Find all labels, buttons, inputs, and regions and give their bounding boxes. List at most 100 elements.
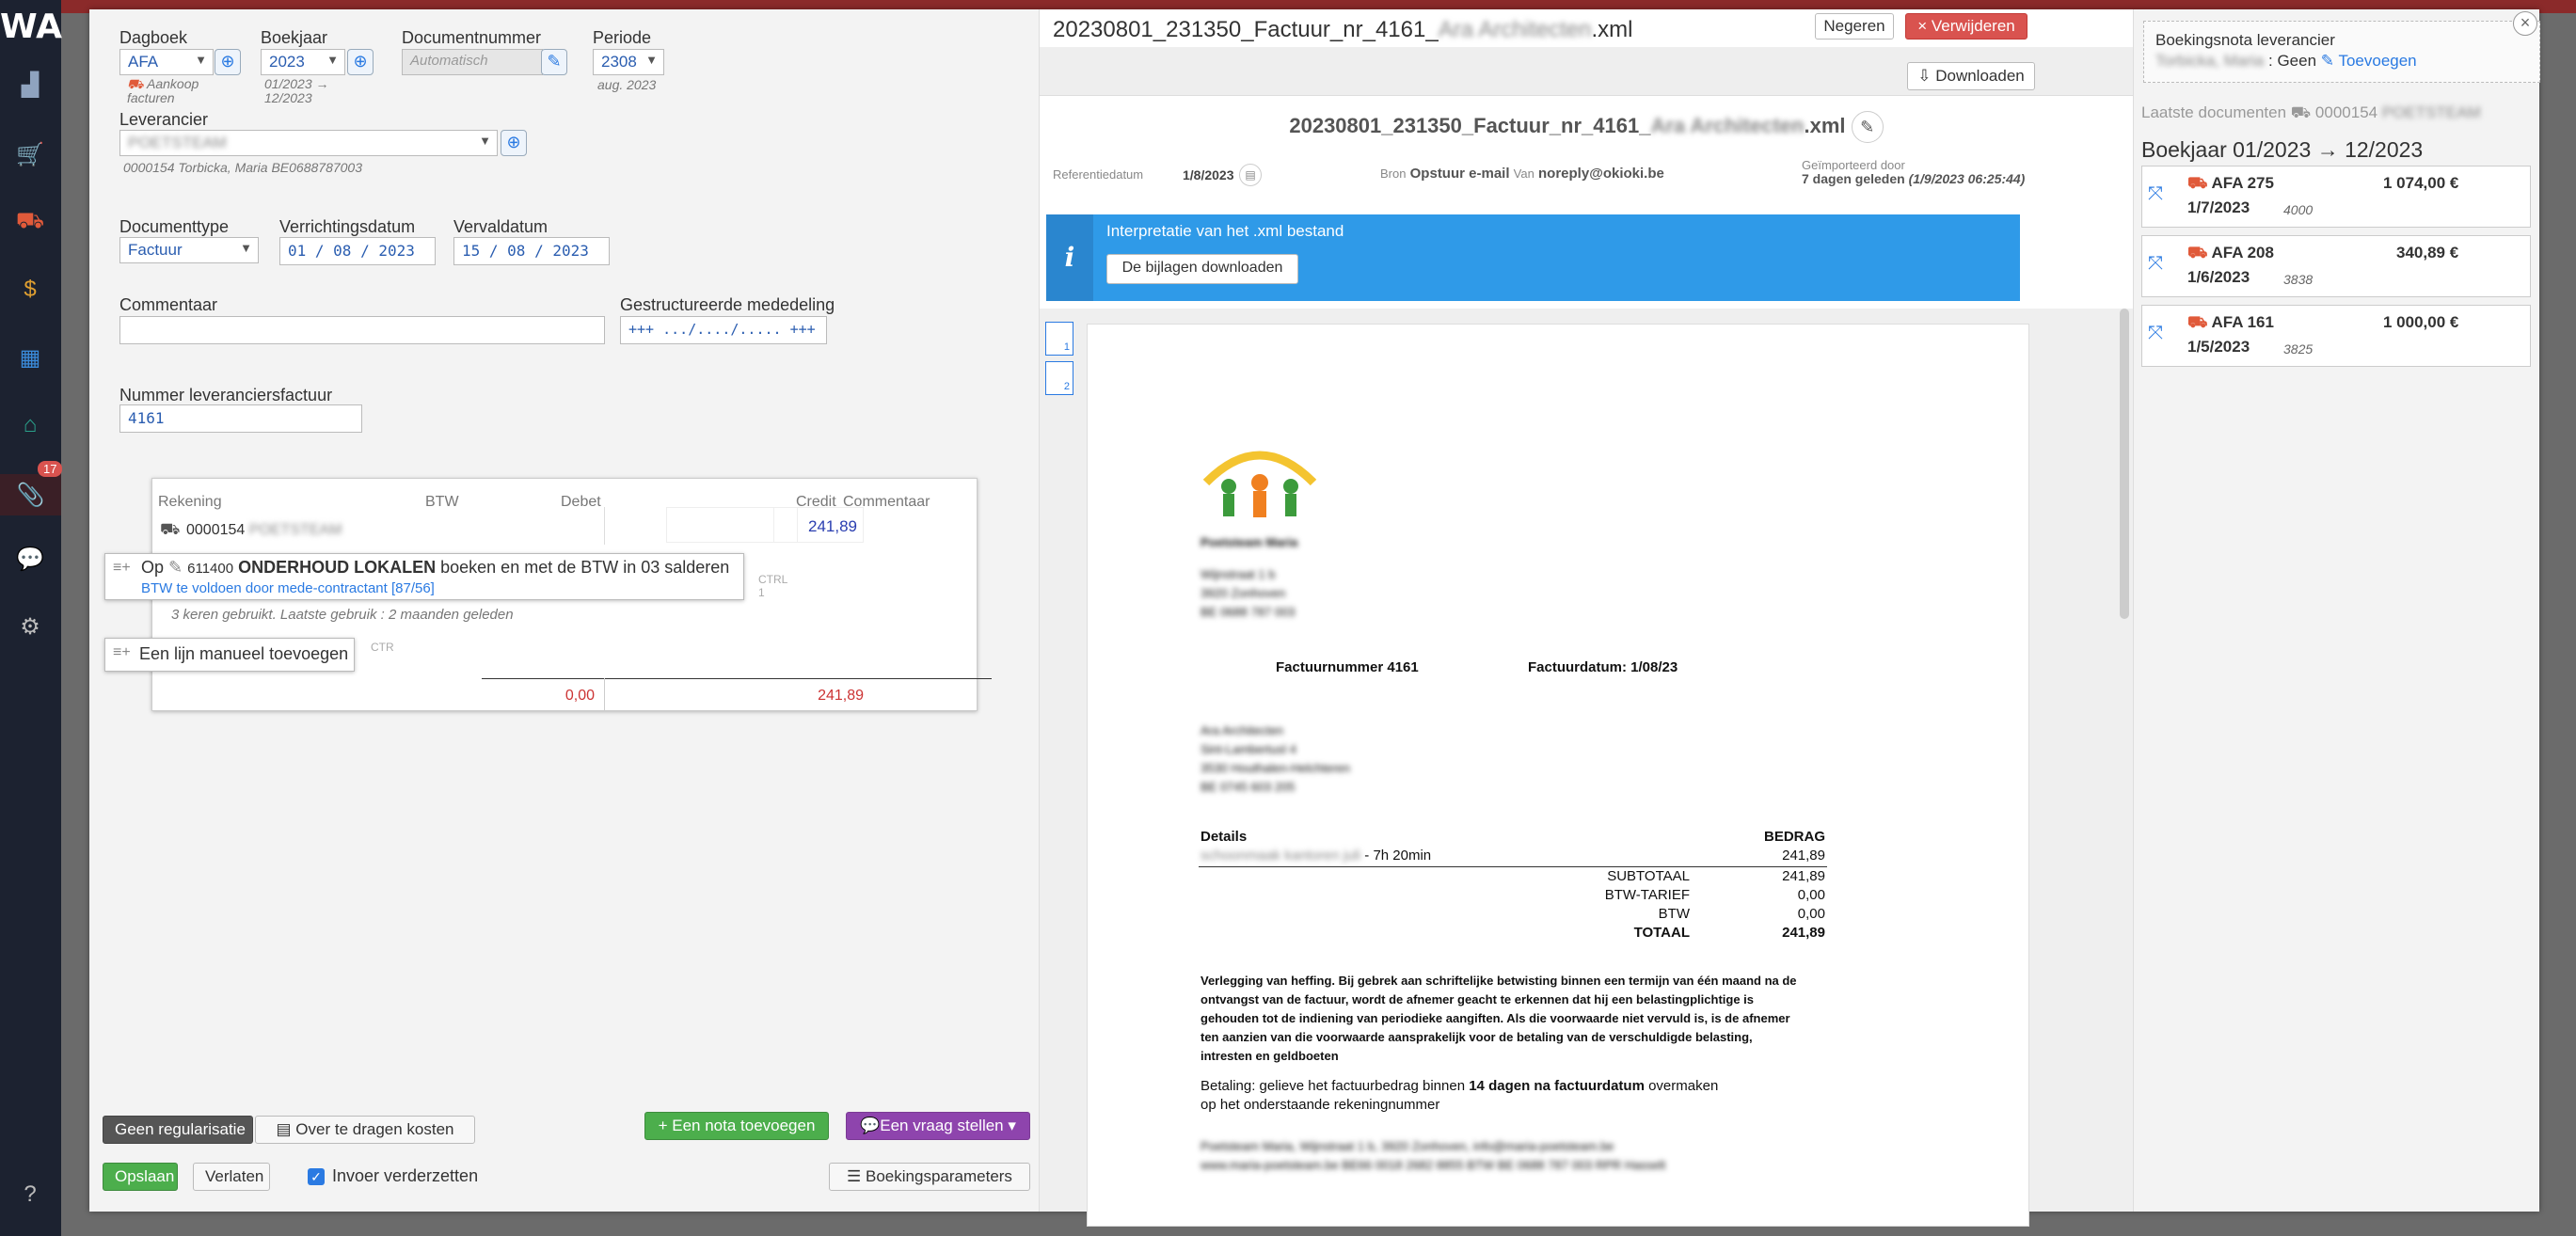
page-thumb-1[interactable]: 1 xyxy=(1045,322,1073,356)
negeren-button[interactable]: Negeren xyxy=(1815,13,1894,40)
chat-icon[interactable]: 💬 xyxy=(13,542,47,576)
gestructureerde-label: Gestructureerde mededeling xyxy=(620,295,835,314)
vervaldatum-input[interactable]: 15 / 08 / 2023 xyxy=(453,237,610,265)
documenttype-select[interactable]: Factuur ▼ xyxy=(119,237,259,263)
chevron-down-icon: ▼ xyxy=(645,53,658,67)
chart-icon[interactable]: ▟ xyxy=(13,68,47,102)
suggestion-sub: BTW te voldoen door mede-contractant [87… xyxy=(141,580,435,596)
row-account[interactable]: 0000154 POETSTEAM xyxy=(186,522,342,539)
coin-icon[interactable]: $ xyxy=(13,273,47,307)
geimporteerd-label: Geïmporteerd door xyxy=(1802,158,1905,172)
bijlagen-downloaden-button[interactable]: De bijlagen downloaden xyxy=(1106,254,1298,284)
client-3: 3530 Houthalen-Helchteren xyxy=(1201,761,1350,775)
column-header-rekening: Rekening xyxy=(158,494,222,510)
document-card[interactable]: ⤧ ⛟ AFA 275 1 074,00 € 1/7/2023 4000 xyxy=(2141,166,2531,228)
app-logo[interactable]: WA xyxy=(0,8,62,46)
suggestion-text: Op ✎ 611400 ONDERHOUD LOKALEN boeken en … xyxy=(141,558,730,577)
bron-info: Bron Opstuur e-mail Van noreply@okioki.b… xyxy=(1380,166,1664,182)
expand-icon[interactable]: ⤧ xyxy=(2148,323,2163,344)
periode-label: Periode xyxy=(593,28,652,47)
pencil-icon[interactable]: ✎ xyxy=(541,49,567,75)
booking-form-panel: Dagboek AFA ▼ ⊕ ⛟ Aankoop facturen Boekja… xyxy=(89,9,1040,1212)
viewer-scrollbar[interactable] xyxy=(2120,309,2129,619)
geen-regularisatie-button[interactable]: Geen regularisatie xyxy=(103,1116,253,1144)
total-line xyxy=(482,678,992,679)
gear-icon[interactable]: ⚙ xyxy=(13,610,47,643)
calendar-icon[interactable]: ▤ xyxy=(1239,164,1262,186)
leverancier-sub: 0000154 Torbicka, Maria BE0688787003 xyxy=(123,160,363,175)
page-thumb-2[interactable]: 2 xyxy=(1045,361,1073,395)
doc-title: 20230801_231350_Factuur_nr_4161_Ara Arch… xyxy=(1040,111,2133,143)
vervaldatum-label: Vervaldatum xyxy=(453,217,549,236)
verwijderen-button[interactable]: × Verwijderen xyxy=(1905,13,2027,40)
invoer-verderzetten-label: Invoer verderzetten xyxy=(332,1166,479,1185)
cart-icon[interactable]: 🛒 xyxy=(13,137,47,171)
list-icon: ☰ xyxy=(847,1167,867,1185)
info-icon: i xyxy=(1046,214,1093,301)
totaal: 241,89 xyxy=(1782,925,1825,941)
column-header-debet: Debet xyxy=(561,494,601,510)
suggestion-shortcut: CTRL 1 xyxy=(758,573,787,599)
card-number: 3838 xyxy=(2283,272,2314,287)
help-icon[interactable]: ? xyxy=(13,1178,47,1212)
btw: 0,00 xyxy=(1797,906,1825,922)
boekjaar-add-button[interactable]: ⊕ xyxy=(347,49,374,75)
verrichtingsdatum-input[interactable]: 01 / 08 / 2023 xyxy=(279,237,436,265)
periode-select[interactable]: 2308 ▼ xyxy=(593,49,664,75)
referentiedatum-label: Referentiedatum xyxy=(1053,167,1144,182)
boekjaar-select[interactable]: 2023 ▼ xyxy=(261,49,345,75)
manual-add-button[interactable]: ≡+ Een lijn manueel toevoegen xyxy=(104,638,355,672)
details-divider xyxy=(1199,866,1827,867)
dagboek-add-button[interactable]: ⊕ xyxy=(215,49,241,75)
divider xyxy=(604,678,605,710)
leverancier-select[interactable]: POETSTEAM ▼ xyxy=(119,130,498,156)
expand-icon[interactable]: ⤧ xyxy=(2148,253,2163,275)
over-te-dragen-button[interactable]: ▤ Over te dragen kosten xyxy=(255,1116,475,1144)
nummer-input[interactable]: 4161 xyxy=(119,404,362,433)
paperclip-icon[interactable]: 📎 xyxy=(0,474,61,515)
add-line-icon: ≡+ xyxy=(113,644,131,660)
subtotaal: 241,89 xyxy=(1782,868,1825,884)
suggestion-popup[interactable]: ≡+ Op ✎ 611400 ONDERHOUD LOKALEN boeken … xyxy=(104,553,787,600)
supplier-history-panel: Boekingsnota leverancier Torbicka, Maria… xyxy=(2133,9,2540,1212)
toevoegen-link[interactable]: Toevoegen xyxy=(2338,52,2416,70)
invoice-page: Poetsteam Maria Wijnstraat 1 b 3920 Zonh… xyxy=(1087,324,2029,1227)
truck-icon[interactable]: ⛟ xyxy=(13,205,47,239)
boekingsparameters-button[interactable]: ☰ Boekingsparameters xyxy=(829,1163,1030,1191)
verlaten-button[interactable]: Verlaten xyxy=(193,1163,270,1191)
manual-shortcut: CTR xyxy=(371,641,394,654)
vraag-stellen-button[interactable]: 💬Een vraag stellen ▾ xyxy=(846,1112,1030,1140)
edit-icon[interactable]: ✎ xyxy=(1851,111,1884,143)
line-description: schoonmaak kantoren juli - 7h 20min xyxy=(1201,848,1432,864)
documenttype-label: Documenttype xyxy=(119,217,230,236)
company-address-2: 3920 Zonhoven xyxy=(1201,586,1286,600)
boekingsnota-value: Torbicka, Maria : Geen ✎ Toevoegen xyxy=(2155,52,2417,70)
downloaden-button[interactable]: ⇩ Downloaden xyxy=(1907,62,2035,90)
card-code: ⛟ AFA 161 xyxy=(2187,313,2274,331)
opslaan-button[interactable]: Opslaan xyxy=(103,1163,178,1191)
btw-label: BTW xyxy=(1658,906,1690,922)
dashboard-icon[interactable]: ▦ xyxy=(13,341,47,374)
footer-line-2: www.maria-poetsteam.be BE66 0018 2682 88… xyxy=(1201,1158,1666,1172)
invoer-verderzetten-checkbox[interactable]: ✓ xyxy=(308,1168,325,1185)
expand-icon[interactable]: ⤧ xyxy=(2148,183,2163,205)
gestructureerde-input[interactable]: +++ .../..../..... +++ xyxy=(620,316,827,344)
commentaar-input[interactable] xyxy=(119,316,605,344)
document-modal: Dagboek AFA ▼ ⊕ ⛟ Aankoop facturen Boekja… xyxy=(89,9,2540,1227)
close-icon[interactable]: × xyxy=(2513,11,2537,36)
document-card[interactable]: ⤧ ⛟ AFA 208 340,89 € 1/6/2023 3838 xyxy=(2141,235,2531,297)
leverancier-add-button[interactable]: ⊕ xyxy=(501,130,527,156)
credit-input[interactable]: 241,89 xyxy=(773,507,864,543)
document-card[interactable]: ⤧ ⛟ AFA 161 1 000,00 € 1/5/2023 3825 xyxy=(2141,305,2531,367)
nota-toevoegen-button[interactable]: + Een nota toevoegen xyxy=(644,1112,829,1140)
total-debet: 0,00 xyxy=(564,688,595,704)
used-text: 3 keren gebruikt. Laatste gebruik : 2 ma… xyxy=(171,607,514,623)
verrichtingsdatum-label: Verrichtingsdatum xyxy=(279,217,416,236)
card-amount: 1 074,00 € xyxy=(2383,174,2459,192)
viewer-toolbar: ⇩ Downloaden xyxy=(1040,47,2133,96)
pencil-icon: ✎ xyxy=(168,558,183,577)
geimporteerd-value: 7 dagen geleden (1/9/2023 06:25:44) xyxy=(1802,171,2026,186)
dagboek-select[interactable]: AFA ▼ xyxy=(119,49,214,75)
subtotaal-label: SUBTOTAAL xyxy=(1607,868,1690,884)
bank-icon[interactable]: ⌂ xyxy=(13,408,47,442)
